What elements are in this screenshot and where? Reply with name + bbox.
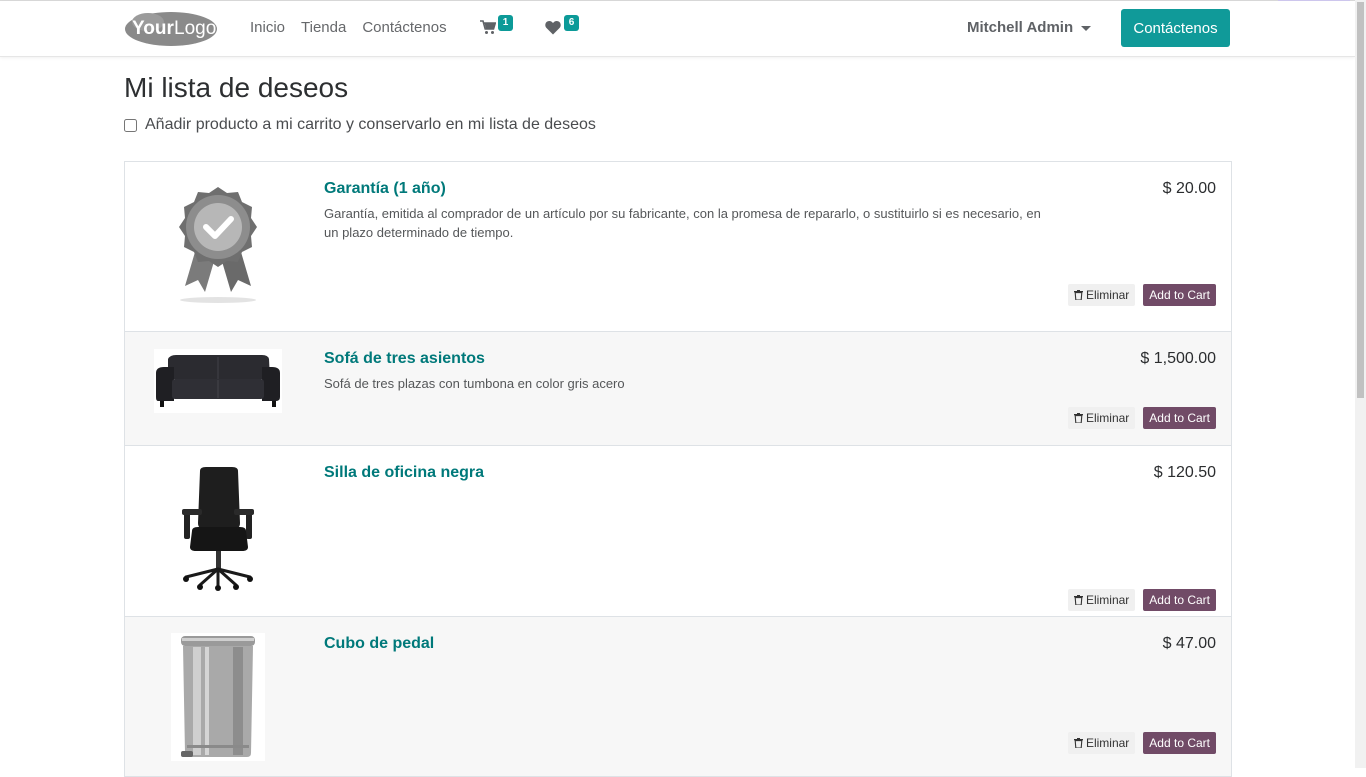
product-price: $ 120.50 bbox=[1153, 464, 1216, 481]
wishlist-row: Silla de oficina negra $ 120.50 Eliminar… bbox=[125, 446, 1231, 617]
product-description: Garantía, emitida al comprador de un art… bbox=[324, 206, 1041, 240]
wishlist-count-badge: 6 bbox=[564, 15, 579, 31]
scrollbar-thumb[interactable] bbox=[1357, 2, 1364, 398]
row-actions: Eliminar Add to Cart bbox=[1067, 407, 1216, 429]
product-name-link[interactable]: Silla de oficina negra bbox=[324, 464, 484, 482]
cart-count-badge: 1 bbox=[498, 15, 513, 31]
heart-icon bbox=[545, 20, 561, 35]
trash-icon bbox=[1073, 413, 1083, 423]
wishlist-row: Cubo de pedal $ 47.00 Eliminar Add to Ca… bbox=[125, 617, 1231, 777]
warranty-badge-image[interactable] bbox=[153, 182, 283, 307]
wishlist-link[interactable]: 6 bbox=[545, 15, 585, 41]
sofa-image[interactable] bbox=[153, 349, 283, 413]
remove-label: Eliminar bbox=[1085, 288, 1130, 302]
chevron-down-icon bbox=[1081, 26, 1092, 31]
row-actions: Eliminar Add to Cart bbox=[1067, 732, 1216, 754]
product-name-link[interactable]: Sofá de tres asientos bbox=[324, 350, 485, 368]
product-price: $ 20.00 bbox=[1162, 180, 1216, 197]
add-to-cart-button[interactable]: Add to Cart bbox=[1143, 732, 1216, 754]
trash-icon bbox=[1073, 595, 1083, 605]
office-chair-image[interactable] bbox=[153, 464, 283, 592]
user-menu[interactable]: Mitchell Admin bbox=[967, 19, 1092, 36]
remove-label: Eliminar bbox=[1085, 593, 1130, 607]
product-price: $ 1,500.00 bbox=[1140, 350, 1216, 367]
product-description: Sofá de tres plazas con tumbona en color… bbox=[324, 376, 625, 391]
product-name-link[interactable]: Cubo de pedal bbox=[324, 635, 434, 653]
main-nav: Inicio Tienda Contáctenos bbox=[250, 19, 463, 36]
wishlist-row: Garantía (1 año) Garantía, emitida al co… bbox=[125, 162, 1231, 332]
trash-icon bbox=[1073, 290, 1083, 300]
add-to-cart-button[interactable]: Add to Cart bbox=[1143, 284, 1216, 306]
svg-text:Your: Your bbox=[132, 18, 174, 39]
trash-icon bbox=[1073, 738, 1083, 748]
svg-text:Logo: Logo bbox=[174, 18, 216, 39]
page-title: Mi lista de deseos bbox=[124, 72, 349, 103]
nav-tienda[interactable]: Tienda bbox=[301, 19, 346, 36]
wishlist-row: Sofá de tres asientos Sofá de tres plaza… bbox=[125, 332, 1231, 446]
add-to-cart-button[interactable]: Add to Cart bbox=[1143, 589, 1216, 611]
keep-in-wishlist-option: Añadir producto a mi carrito y conservar… bbox=[124, 116, 596, 134]
keep-in-wishlist-checkbox[interactable] bbox=[124, 118, 137, 132]
remove-button[interactable]: Eliminar bbox=[1067, 407, 1136, 429]
contact-us-button[interactable]: Contáctenos bbox=[1121, 9, 1230, 47]
remove-label: Eliminar bbox=[1085, 411, 1130, 425]
keep-in-wishlist-label: Añadir producto a mi carrito y conservar… bbox=[145, 116, 596, 133]
site-header: Your Logo Inicio Tienda Contáctenos 1 6 … bbox=[0, 1, 1355, 57]
row-actions: Eliminar Add to Cart bbox=[1067, 284, 1216, 306]
site-logo[interactable]: Your Logo bbox=[124, 10, 218, 48]
pedal-bin-image[interactable] bbox=[153, 633, 283, 761]
add-to-cart-button[interactable]: Add to Cart bbox=[1143, 407, 1216, 429]
nav-inicio[interactable]: Inicio bbox=[250, 19, 285, 36]
shopping-cart-icon bbox=[480, 20, 496, 34]
remove-button[interactable]: Eliminar bbox=[1067, 284, 1136, 306]
remove-button[interactable]: Eliminar bbox=[1067, 732, 1136, 754]
wishlist-table: Garantía (1 año) Garantía, emitida al co… bbox=[124, 161, 1232, 777]
remove-label: Eliminar bbox=[1085, 736, 1130, 750]
row-actions: Eliminar Add to Cart bbox=[1067, 589, 1216, 611]
cart-link[interactable]: 1 bbox=[480, 15, 520, 41]
user-name: Mitchell Admin bbox=[967, 19, 1074, 36]
product-name-link[interactable]: Garantía (1 año) bbox=[324, 180, 446, 198]
remove-button[interactable]: Eliminar bbox=[1067, 589, 1136, 611]
product-price: $ 47.00 bbox=[1162, 635, 1216, 652]
nav-contactenos[interactable]: Contáctenos bbox=[362, 19, 446, 36]
